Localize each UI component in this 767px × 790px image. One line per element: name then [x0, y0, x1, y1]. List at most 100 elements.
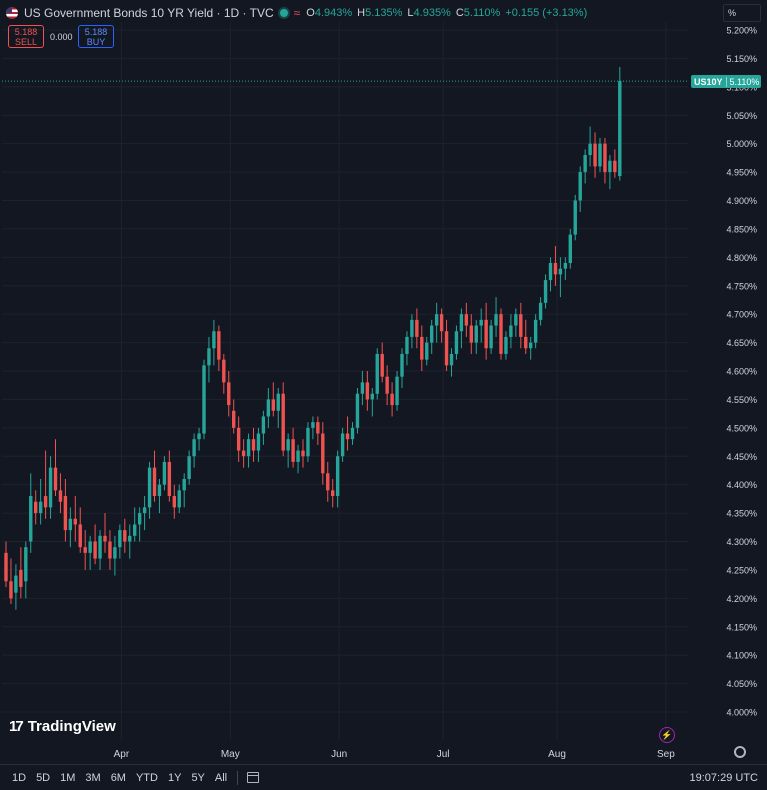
candle — [360, 371, 365, 406]
spread-value: 0.000 — [50, 31, 73, 42]
range-1d[interactable]: 1D — [12, 772, 26, 784]
price-chart[interactable]: 5.200%5.150%5.100%5.050%5.000%4.950%4.90… — [0, 0, 767, 789]
y-axis-labels: 5.200%5.150%5.100%5.050%5.000%4.950%4.90… — [726, 26, 757, 718]
candle — [474, 319, 478, 354]
chart-title[interactable]: US Government Bonds 10 YR Yield · 1D · T… — [24, 6, 274, 20]
candle — [19, 547, 23, 599]
candle — [29, 473, 33, 553]
candle — [380, 342, 384, 383]
candle — [93, 524, 97, 565]
candle — [375, 348, 379, 400]
candle — [152, 450, 157, 502]
candle — [256, 427, 261, 462]
range-3m[interactable]: 3M — [85, 772, 100, 784]
candle — [425, 336, 429, 366]
candle — [24, 541, 28, 599]
candle — [133, 507, 137, 542]
gear-icon[interactable] — [734, 746, 746, 758]
candle — [232, 399, 236, 434]
candle — [301, 439, 305, 468]
candle — [48, 456, 53, 519]
candle — [365, 371, 370, 411]
live-dot-icon — [279, 9, 288, 17]
range-6m[interactable]: 6M — [111, 772, 126, 784]
candle — [588, 126, 592, 167]
range-all[interactable]: All — [215, 772, 227, 784]
candle — [63, 478, 68, 542]
y-tick-label: 4.500% — [726, 423, 757, 433]
y-tick-label: 4.400% — [726, 480, 757, 490]
percent-scale-button[interactable]: % — [723, 4, 761, 22]
low-value: 4.935% — [413, 7, 451, 19]
candle — [410, 314, 414, 349]
candle — [613, 149, 617, 178]
candle — [236, 416, 241, 462]
range-1m[interactable]: 1M — [60, 772, 75, 784]
range-5y[interactable]: 5Y — [191, 772, 204, 784]
range-ytd[interactable]: YTD — [136, 772, 158, 784]
price-tag-value: 5.110% — [729, 76, 760, 87]
candle — [58, 473, 63, 514]
y-tick-label: 4.550% — [726, 395, 757, 405]
range-5d[interactable]: 5D — [36, 772, 50, 784]
y-tick-label: 4.450% — [726, 452, 757, 462]
candle — [123, 518, 127, 553]
candle — [192, 433, 196, 468]
candle — [4, 541, 8, 587]
candle — [177, 484, 181, 514]
lightning-icon[interactable]: ⚡ — [659, 727, 675, 743]
candle — [34, 490, 38, 525]
candle — [38, 478, 43, 525]
candle — [583, 149, 587, 184]
candle — [573, 194, 577, 241]
candle — [128, 524, 132, 559]
candle — [246, 433, 251, 468]
candle — [618, 66, 622, 181]
candle — [449, 348, 454, 377]
utc-clock[interactable]: 19:07:29 UTC — [690, 772, 758, 784]
candle — [504, 331, 508, 360]
candle — [350, 422, 355, 445]
logo-text: TradingView — [27, 718, 116, 735]
candle — [321, 422, 325, 485]
y-tick-label: 5.150% — [726, 54, 757, 64]
candle — [430, 319, 434, 354]
candle — [444, 319, 449, 371]
range-1y[interactable]: 1Y — [168, 772, 181, 784]
close-label: C — [455, 7, 464, 19]
candle — [598, 137, 602, 173]
toolbar-divider — [237, 770, 239, 785]
change-value: +0.155 (+3.13%) — [505, 7, 588, 19]
price-tag-symbol: US10Y — [691, 76, 727, 87]
buy-price: 5.188 — [84, 26, 108, 37]
open-value: 4.943% — [314, 7, 353, 19]
candle — [405, 331, 409, 366]
candle — [434, 302, 439, 343]
y-tick-label: 4.750% — [726, 281, 757, 291]
grid-lines — [2, 22, 688, 740]
trade-panel: 5.188 SELL 0.000 5.188 BUY — [8, 25, 114, 48]
close-value: 5.110% — [463, 7, 501, 19]
candle — [286, 433, 290, 468]
candle — [543, 274, 548, 309]
ohlc-values: O4.943% H5.135% L4.935% C5.110% +0.155 (… — [306, 7, 587, 19]
candle — [514, 308, 518, 337]
buy-label: BUY — [86, 36, 106, 47]
y-tick-label: 4.200% — [726, 594, 757, 604]
candle — [212, 319, 216, 366]
y-tick-label: 4.300% — [726, 537, 757, 547]
candle — [454, 325, 459, 360]
candle — [538, 297, 543, 326]
candle — [469, 314, 473, 354]
calendar-icon[interactable] — [247, 772, 260, 783]
y-tick-label: 5.200% — [726, 26, 757, 36]
tradingview-logo[interactable]: 17 TradingView — [9, 718, 116, 735]
buy-button[interactable]: 5.188 BUY — [78, 25, 114, 48]
chart-header: US Government Bonds 10 YR Yield · 1D · T… — [6, 4, 587, 22]
sell-button[interactable]: 5.188 SELL — [8, 25, 44, 48]
y-tick-label: 4.800% — [726, 253, 757, 263]
x-tick-label: Jun — [331, 749, 347, 760]
candle — [494, 297, 498, 337]
candle — [78, 507, 82, 553]
candle — [73, 496, 77, 542]
